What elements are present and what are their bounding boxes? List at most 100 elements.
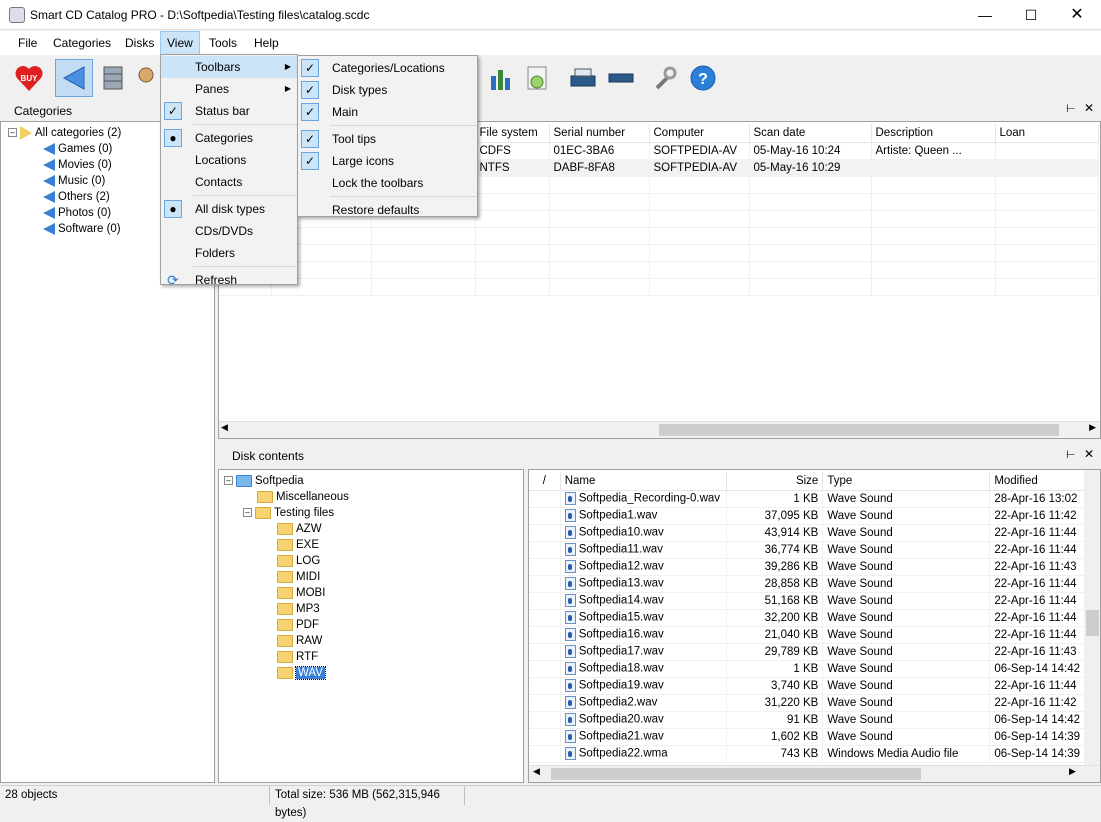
tree-row-category[interactable]: Games (0) [43,141,112,157]
col-scan-date[interactable]: Scan date [749,124,872,143]
scroll-left-icon[interactable]: ◀ [533,766,540,777]
file-row[interactable]: Softpedia17.wav 29,789 KB Wave Sound 22-Apr… [529,643,1085,661]
scroll-thumb[interactable] [659,424,1059,436]
view-menu-item[interactable]: Locations [161,149,297,171]
collapse-icon[interactable]: – [243,508,252,518]
tree-row-folder[interactable]: MIDI [277,569,320,585]
toolbars-menu-item[interactable]: ✓ Disk types [298,79,477,101]
pin-icon[interactable]: ⊢ [1066,448,1076,461]
menu-help[interactable]: Help [248,31,285,55]
tree-row-all-categories[interactable]: – All categories (2) [8,125,121,141]
tree-row-folder[interactable]: WAV [277,665,326,681]
view-menu-item[interactable]: ✓ Status bar [161,100,297,122]
menu-disks[interactable]: Disks [119,31,160,55]
tree-row-testing-files[interactable]: – Testing files [243,505,334,521]
tree-row-folder[interactable]: RTF [277,649,318,665]
file-row[interactable]: Softpedia2.wav 31,220 KB Wave Sound 22-Apr-… [529,694,1085,712]
tree-row-category[interactable]: Music (0) [43,173,105,189]
col-type[interactable]: Type [822,472,991,491]
collapse-icon[interactable]: – [224,476,233,486]
toolbars-menu-item[interactable]: Restore defaults [298,199,477,221]
col-modified[interactable]: Modified [989,472,1085,491]
file-row[interactable]: Softpedia1.wav 37,095 KB Wave Sound 22-Apr-… [529,507,1085,525]
pin-icon[interactable]: ⊢ [1066,102,1076,115]
view-menu-item[interactable]: ⟳ Refresh [161,269,297,291]
view-menu-item[interactable]: CDs/DVDs [161,220,297,242]
drive-button[interactable] [604,61,638,95]
col-computer[interactable]: Computer [649,124,750,143]
tree-row-folder[interactable]: AZW [277,521,322,537]
tree-row-category[interactable]: Others (2) [43,189,110,205]
scroll-right-icon[interactable]: ▶ [1069,766,1076,777]
close-button[interactable]: ✕ [1054,0,1100,30]
maximize-button[interactable]: ☐ [1008,0,1054,30]
scan-disk-button[interactable] [520,61,554,95]
menu-view[interactable]: View [160,31,200,55]
toolbars-menu-item[interactable]: ✓ Large icons [298,150,477,172]
scanner-button[interactable] [566,61,600,95]
file-row[interactable]: Softpedia13.wav 28,858 KB Wave Sound 22-Apr… [529,575,1085,593]
tree-row-folder[interactable]: MOBI [277,585,325,601]
tree-row-folder[interactable]: LOG [277,553,320,569]
files-hscroll[interactable]: ◀ ▶ [529,765,1100,782]
tree-row-folder[interactable]: MP3 [277,601,320,617]
options-button[interactable] [648,61,682,95]
toolbars-menu-item[interactable]: Lock the toolbars [298,172,477,194]
scroll-thumb[interactable] [1086,610,1099,636]
disk-view-button[interactable] [55,59,93,97]
file-row[interactable]: Softpedia10.wav 43,914 KB Wave Sound 22-Apr… [529,524,1085,542]
view-menu-item[interactable]: ● Categories [161,127,297,149]
col-loan[interactable]: Loan [995,124,1099,143]
buy-button[interactable]: BUY [12,61,46,95]
file-row[interactable]: Softpedia22.wma 743 KB Windows Media Audio… [529,745,1085,763]
help-button[interactable]: ? [686,61,720,95]
col-serial-number[interactable]: Serial number [549,124,650,143]
toolbars-menu-item[interactable]: ✓ Categories/Locations [298,57,477,79]
view-menu-item[interactable]: Contacts [161,171,297,193]
disks-hscroll[interactable]: ◀ ▶ [219,421,1100,438]
col-size[interactable]: Size [726,472,824,491]
tree-row-category[interactable]: Software (0) [43,221,121,237]
close-pane-icon[interactable]: ✕ [1084,447,1094,461]
file-row[interactable]: Softpedia11.wav 36,774 KB Wave Sound 22-Apr… [529,541,1085,559]
close-pane-icon[interactable]: ✕ [1084,101,1094,115]
statistics-button[interactable] [484,61,518,95]
file-row[interactable]: Softpedia_Recording-0.wav 1 KB Wave Sound 2… [529,490,1085,508]
col-file-system[interactable]: File system [475,124,550,143]
scroll-left-icon[interactable]: ◀ [221,422,228,433]
tree-row-folder[interactable]: PDF [277,617,319,633]
scroll-thumb[interactable] [551,768,921,780]
tree-row-folder[interactable]: RAW [277,633,322,649]
col-description[interactable]: Description [871,124,996,143]
file-row[interactable]: Softpedia16.wav 21,040 KB Wave Sound 22-Apr… [529,626,1085,644]
tree-row-miscellaneous[interactable]: Miscellaneous [257,489,349,505]
file-row[interactable]: Softpedia20.wav 91 KB Wave Sound 06-Sep-14 … [529,711,1085,729]
tree-row-category[interactable]: Photos (0) [43,205,111,221]
file-row[interactable]: Softpedia19.wav 3,740 KB Wave Sound 22-Apr-… [529,677,1085,695]
col-name[interactable]: Name [560,472,727,491]
view-menu-item[interactable]: Panes ▶ [161,78,297,100]
menu-categories[interactable]: Categories [47,31,117,55]
collapse-icon[interactable]: – [8,128,17,138]
tree-row-folder[interactable]: EXE [277,537,319,553]
view-menu-item[interactable]: Toolbars ▶ [161,56,297,78]
col-sort[interactable]: / [529,472,561,491]
minimize-button[interactable]: — [962,0,1008,30]
contacts-button[interactable] [135,61,157,95]
tree-row-category[interactable]: Movies (0) [43,157,112,173]
view-menu-item[interactable]: Folders [161,242,297,264]
tree-row-softpedia[interactable]: – Softpedia [224,473,304,489]
catalog-button[interactable] [96,61,130,95]
file-row[interactable]: Softpedia14.wav 51,168 KB Wave Sound 22-Apr… [529,592,1085,610]
files-vscroll[interactable] [1084,470,1100,766]
scroll-right-icon[interactable]: ▶ [1089,422,1096,433]
toolbars-menu-item[interactable]: ✓ Main [298,101,477,123]
file-row[interactable]: Softpedia21.wav 1,602 KB Wave Sound 06-Sep-… [529,728,1085,746]
view-menu-item[interactable]: ● All disk types [161,198,297,220]
menu-tools[interactable]: Tools [203,31,243,55]
menu-file[interactable]: File [12,31,43,55]
file-row[interactable]: Softpedia18.wav 1 KB Wave Sound 06-Sep-14 1… [529,660,1085,678]
file-row[interactable]: Softpedia12.wav 39,286 KB Wave Sound 22-Apr… [529,558,1085,576]
toolbars-menu-item[interactable]: ✓ Tool tips [298,128,477,150]
file-row[interactable]: Softpedia15.wav 32,200 KB Wave Sound 22-Apr… [529,609,1085,627]
